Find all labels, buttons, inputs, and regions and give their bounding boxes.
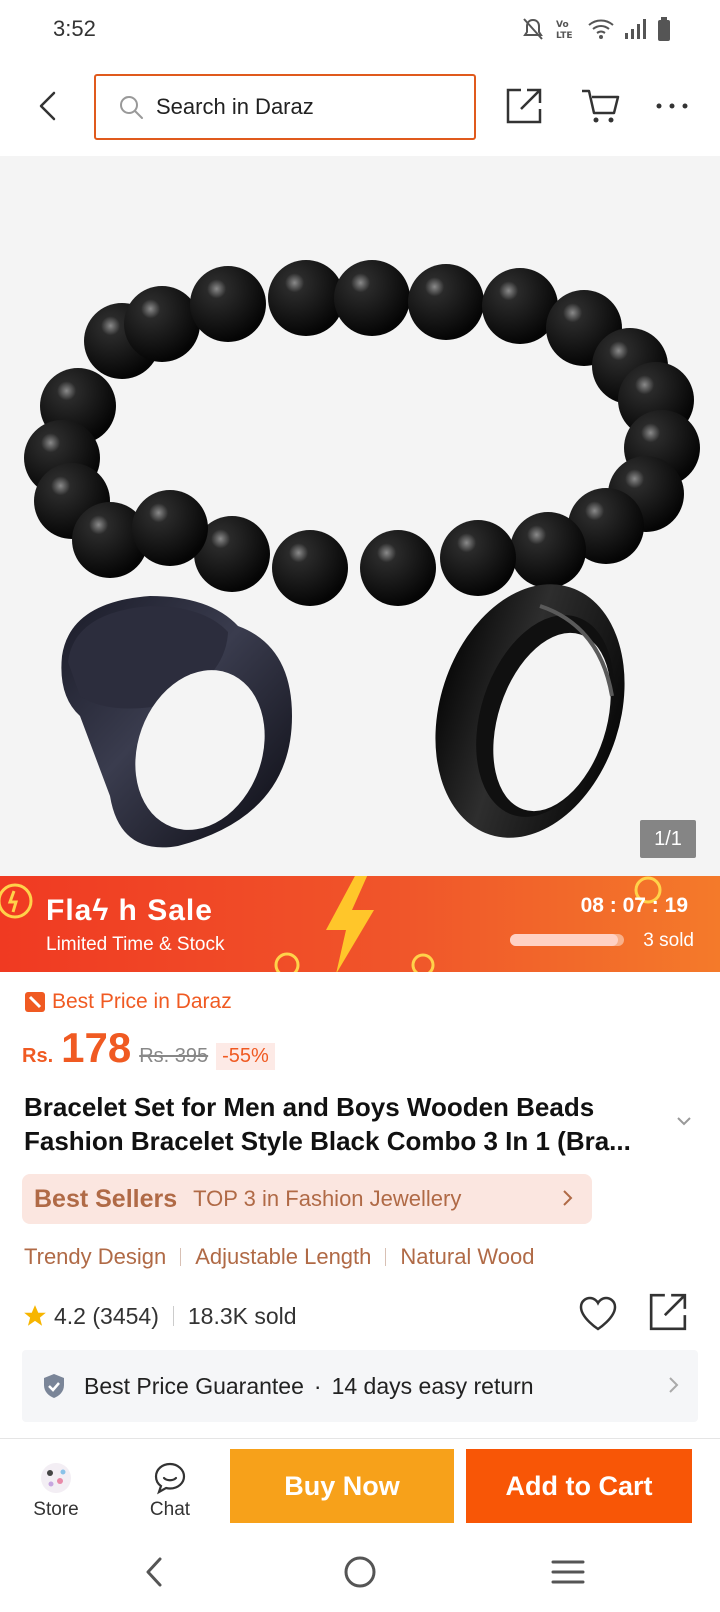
discount-badge: -55% [216, 1043, 275, 1070]
system-nav-bar [0, 1526, 720, 1612]
heart-icon[interactable] [578, 1296, 618, 1332]
rating-row[interactable]: 4.2 (3454) 18.3K sold [22, 1296, 297, 1336]
svg-text:Vo: Vo [556, 20, 569, 30]
best-sellers-banner[interactable]: Best Sellers TOP 3 in Fashion Jewellery [22, 1174, 592, 1224]
store-label: Store [33, 1499, 79, 1520]
flash-sale-sold: 3 sold [643, 930, 694, 951]
rating-score: 4.2 (3454) [54, 1302, 159, 1329]
flash-sale-banner[interactable]: Flaϟ h Sale Limited Time & Stock 08 : 07… [0, 876, 720, 972]
nav-home-button[interactable] [336, 1548, 384, 1596]
more-icon [656, 103, 688, 109]
sold-progress-bar [510, 934, 624, 946]
menu-icon [551, 1560, 585, 1584]
home-circle-icon [344, 1556, 376, 1588]
add-to-cart-button[interactable]: Add to Cart [466, 1449, 692, 1523]
volte-icon: VoLTE [556, 20, 573, 41]
chat-icon [154, 1462, 186, 1495]
return-policy-text: 14 days easy return [331, 1372, 534, 1399]
image-counter: 1/1 [640, 820, 696, 858]
sold-count: 18.3K sold [187, 1302, 297, 1329]
share-button[interactable] [500, 82, 548, 130]
divider [180, 1248, 182, 1266]
alarm-clock-icon [411, 953, 435, 972]
price-currency: Rs. [22, 1045, 54, 1067]
current-price: 178 [61, 1024, 132, 1071]
chevron-left-icon [39, 91, 56, 121]
feature-tag: Trendy Design [24, 1244, 167, 1269]
share-icon [506, 88, 542, 124]
feature-tag: Adjustable Length [195, 1244, 372, 1269]
store-icon [41, 1463, 71, 1493]
best-price-badge: Best Price in Daraz [24, 990, 232, 1014]
star-icon [24, 1305, 46, 1326]
shield-check-icon [44, 1374, 64, 1398]
chevron-down-icon[interactable] [676, 1116, 692, 1126]
svg-text:LTE: LTE [556, 31, 573, 41]
guarantee-separator: · [313, 1372, 322, 1399]
lightning-icon [326, 876, 374, 972]
price-tag-icon [25, 992, 45, 1012]
product-image-gallery[interactable]: 1/1 [0, 156, 720, 876]
feature-tag: Natural Wood [400, 1244, 535, 1269]
product-title[interactable]: Bracelet Set for Men and Boys Wooden Bea… [24, 1090, 674, 1158]
sold-progress-fill [510, 934, 619, 946]
signal-icon [625, 19, 646, 39]
chat-button[interactable]: Chat [130, 1445, 210, 1521]
cart-icon [582, 89, 620, 123]
wifi-icon [588, 19, 614, 39]
price-row: Rs. 178 Rs. 395 -55% [22, 1024, 275, 1071]
store-button[interactable]: Store [16, 1445, 96, 1521]
product-image [24, 260, 700, 848]
header: Search in Daraz [0, 58, 720, 156]
guarantee-row[interactable]: Best Price Guarantee · 14 days easy retu… [22, 1350, 698, 1422]
share-icon[interactable] [648, 1292, 688, 1332]
more-button[interactable] [648, 82, 696, 130]
search-input[interactable]: Search in Daraz [94, 74, 476, 140]
guarantee-text: Best Price Guarantee [84, 1372, 304, 1399]
flash-sale-title: Flaϟ h Sale [46, 894, 213, 927]
chevron-right-icon [563, 1190, 573, 1206]
search-placeholder: Search in Daraz [156, 94, 314, 119]
buy-now-button[interactable]: Buy Now [230, 1449, 454, 1523]
original-price: Rs. 395 [139, 1045, 209, 1067]
feature-tags: Trendy Design Adjustable Length Natural … [24, 1244, 535, 1270]
cart-button[interactable] [576, 82, 624, 130]
bottom-action-bar: Store Chat Buy Now Add to Cart [0, 1438, 720, 1526]
best-sellers-label: Best Sellers [34, 1184, 178, 1213]
divider [385, 1248, 387, 1266]
status-bar: 3:52 Vo LTE [0, 0, 720, 58]
chevron-left-icon [146, 1557, 162, 1587]
battery-icon [658, 17, 670, 41]
best-sellers-text: TOP 3 in Fashion Jewellery [193, 1186, 462, 1211]
status-time: 3:52 [53, 16, 96, 41]
chevron-right-icon [669, 1377, 679, 1393]
back-button[interactable] [24, 82, 72, 130]
alarm-clock-icon [0, 883, 33, 919]
nav-back-button[interactable] [130, 1548, 178, 1596]
chat-label: Chat [149, 1499, 191, 1520]
status-icons: Vo LTE [522, 14, 670, 44]
divider [172, 1306, 174, 1326]
nav-menu-button[interactable] [544, 1548, 592, 1596]
alarm-clock-icon [274, 952, 300, 972]
bell-muted-icon [523, 18, 543, 40]
best-price-label: Best Price in Daraz [52, 990, 232, 1013]
flash-sale-timer: 08 : 07 : 19 [580, 894, 688, 917]
flash-sale-subtitle: Limited Time & Stock [46, 934, 225, 955]
search-icon [120, 96, 143, 119]
